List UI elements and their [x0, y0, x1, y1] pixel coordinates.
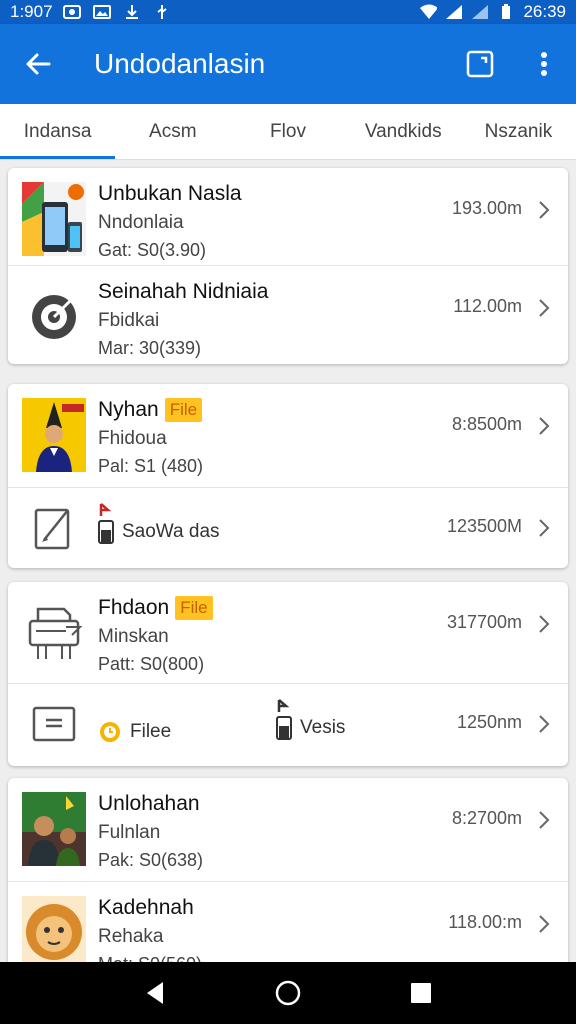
item-subtitle: Nndonlaia	[98, 212, 184, 233]
item-name: Seinahah Nidniaia	[98, 280, 269, 303]
signal-icon	[445, 4, 463, 20]
tab-nszanik[interactable]: Nszanik	[461, 104, 576, 159]
list-item[interactable]: Seinahah Nidniaia Fbidkai Mar: 30(339) 1…	[8, 266, 568, 364]
file-badge: File	[164, 398, 203, 422]
system-navigation-bar	[0, 962, 576, 1024]
chevron-right-icon	[539, 915, 550, 933]
file-group-card: Nyhan File Fhidoua Pal: S1 (480) 8:8500m…	[8, 384, 568, 568]
item-size: 112.00m	[453, 296, 522, 316]
item-name: Unbukan Nasla	[98, 182, 242, 205]
tab-flov[interactable]: Flov	[230, 104, 345, 159]
overflow-menu-button[interactable]	[512, 24, 576, 104]
list-item[interactable]: Nyhan File Fhidoua Pal: S1 (480) 8:8500m	[8, 384, 568, 488]
signal-secondary-icon	[471, 4, 489, 20]
people-photo-thumbnail	[22, 792, 86, 866]
item-subtitle: Minskan	[98, 626, 169, 647]
download-notification-icon	[123, 4, 141, 20]
clock-icon	[100, 722, 120, 742]
arrow-back-icon	[26, 53, 51, 75]
list-item[interactable]: Fhdaon File Minskan Patt: S0(800) 317700…	[8, 582, 568, 684]
edit-document-icon	[22, 494, 86, 562]
select-button[interactable]	[448, 24, 512, 104]
chevron-right-icon	[539, 519, 550, 537]
item-size: 317700m	[446, 612, 522, 632]
item-meta: Mat: S0(560)	[98, 954, 202, 962]
version-label: Vesis	[300, 717, 346, 738]
item-meta: Mar: 30(339)	[98, 338, 202, 358]
usb-notification-icon	[153, 4, 171, 20]
flag-icon	[277, 699, 290, 712]
page-title: Undodanlasin	[94, 48, 266, 79]
file-group-card: Unbukan Nasla Nndonlaia Gat: S0(3.90) 19…	[8, 168, 568, 364]
list-item[interactable]: SaoWa das 123500M	[8, 488, 568, 568]
phone-icon	[276, 716, 292, 740]
item-size: 193.00m	[451, 198, 522, 218]
app-bar: Undodanlasin	[0, 24, 576, 104]
tab-indansa[interactable]: Indansa	[0, 104, 116, 159]
item-subtitle: Rehaka	[98, 926, 164, 947]
item-meta: Gat: S0(3.90)	[98, 240, 207, 260]
select-square-icon	[466, 50, 494, 78]
item-subtitle: Fbidkai	[98, 310, 160, 331]
chevron-right-icon	[539, 417, 550, 435]
file-label: Filee	[130, 721, 172, 742]
recents-square-icon[interactable]	[409, 981, 433, 1005]
disc-icon	[22, 280, 86, 354]
item-size: 118.00:m	[448, 912, 522, 932]
chevron-right-icon	[539, 201, 550, 219]
person-photo-thumbnail	[22, 398, 86, 472]
lion-cartoon-thumbnail	[22, 896, 86, 962]
item-name: Nyhan File	[98, 398, 203, 422]
home-circle-icon[interactable]	[274, 979, 302, 1007]
file-group-card: Fhdaon File Minskan Patt: S0(800) 317700…	[8, 582, 568, 766]
item-size: 8:2700m	[451, 808, 522, 828]
status-time-left: 1:907	[10, 2, 53, 21]
list-item[interactable]: Kadehnah Rehaka Mat: S0(560) 118.00:m	[8, 882, 568, 962]
item-name: Kadehnah	[98, 896, 194, 919]
list-item[interactable]: Filee Vesis 1250nm	[8, 684, 568, 766]
item-name: Fhdaon File	[98, 596, 213, 620]
item-name: Unlohahan	[98, 792, 200, 815]
list-item[interactable]: Unlohahan Fulnlan Pak: S0(638) 8:2700m	[8, 778, 568, 882]
card-icon	[22, 690, 86, 758]
chevron-right-icon	[539, 615, 550, 633]
item-name: SaoWa das	[122, 521, 220, 542]
chevron-right-icon	[539, 299, 550, 317]
item-meta: Pal: S1 (480)	[98, 456, 204, 476]
photo-notification-icon	[92, 4, 111, 20]
status-time-right: 26:39	[523, 2, 566, 21]
item-size: 8:8500m	[451, 414, 522, 434]
file-group-card: Unlohahan Fulnlan Pak: S0(638) 8:2700m K…	[8, 778, 568, 962]
chevron-right-icon	[539, 715, 550, 733]
status-bar: 1:907 26:39	[0, 0, 576, 24]
printer-icon	[22, 596, 86, 670]
item-meta: Patt: S0(800)	[98, 654, 205, 674]
chevron-right-icon	[539, 811, 550, 829]
flag-icon	[99, 503, 112, 516]
item-size: 123500M	[446, 516, 522, 536]
list-item[interactable]: Unbukan Nasla Nndonlaia Gat: S0(3.90) 19…	[8, 168, 568, 266]
tab-acsm[interactable]: Acsm	[115, 104, 230, 159]
file-list: Unbukan Nasla Nndonlaia Gat: S0(3.90) 19…	[0, 160, 576, 962]
battery-icon	[497, 4, 515, 20]
file-badge: File	[175, 596, 213, 620]
item-meta: Pak: S0(638)	[98, 850, 204, 870]
camera-notification-icon	[62, 4, 81, 20]
wifi-icon	[419, 4, 438, 20]
back-triangle-icon[interactable]	[143, 980, 167, 1006]
app-collage-thumbnail	[22, 182, 86, 256]
item-subtitle: Fhidoua	[98, 428, 167, 449]
item-size: 1250nm	[456, 712, 522, 732]
more-vert-icon	[541, 52, 547, 76]
item-subtitle: Fulnlan	[98, 822, 161, 843]
tab-bar: Indansa Acsm Flov Vandkids Nszanik	[0, 104, 576, 160]
phone-icon	[98, 520, 114, 544]
tab-vandkids[interactable]: Vandkids	[346, 104, 461, 159]
back-button[interactable]	[0, 24, 76, 104]
